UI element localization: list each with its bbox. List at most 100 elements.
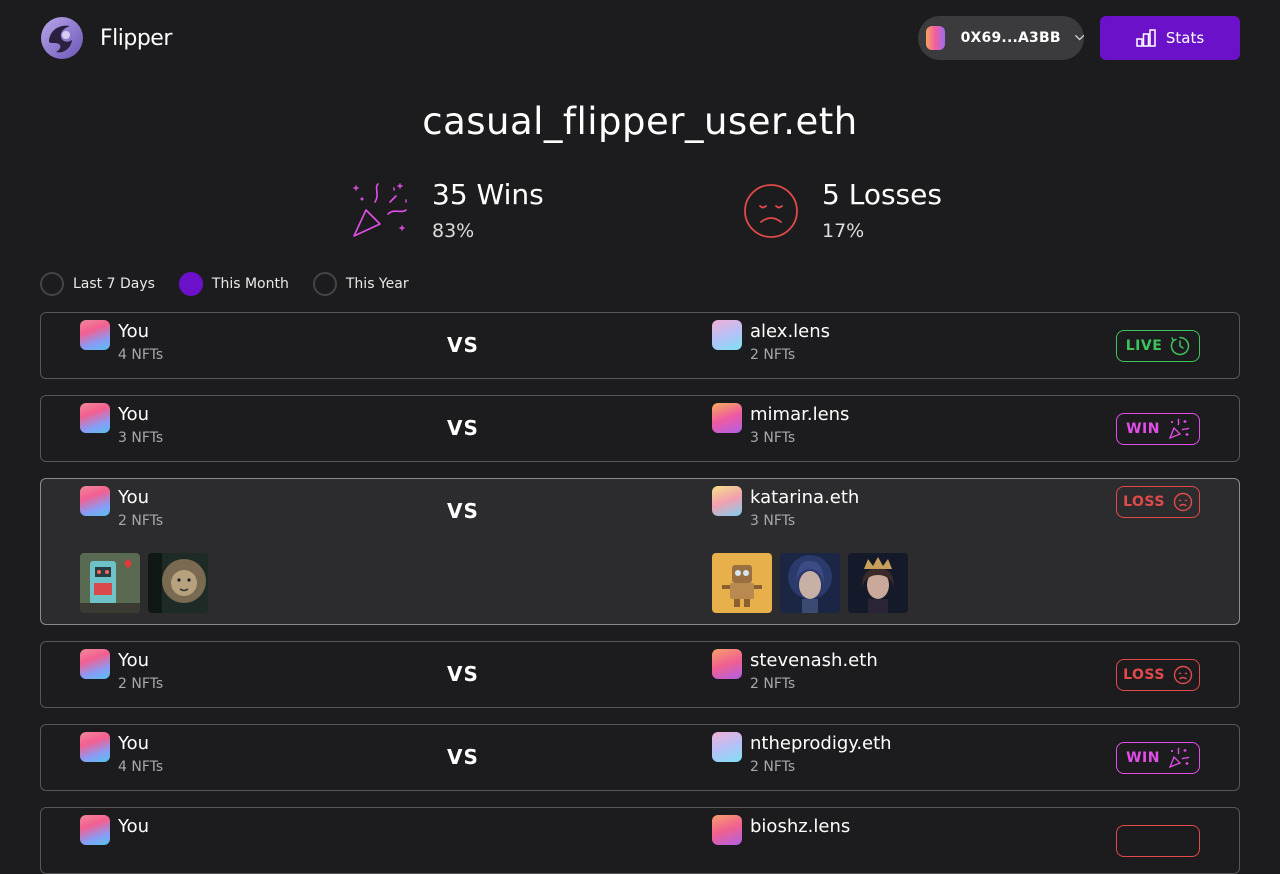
- wallet-address: 0X69...A3BB: [960, 30, 1061, 46]
- party-popper-icon: [1168, 418, 1190, 440]
- stats-button[interactable]: Stats: [1100, 16, 1240, 60]
- avatar: [80, 815, 110, 845]
- avatar: [712, 320, 742, 350]
- filter-this-year[interactable]: This Year: [312, 272, 409, 296]
- avatar: [80, 320, 110, 350]
- opponent-nfts: [712, 553, 908, 613]
- match-card[interactable]: You 2 NFTs VS stevenash.eth 2 NFTs LOSS: [40, 641, 1240, 708]
- player-you: You 4 NFTs: [80, 320, 163, 363]
- wins-count: 35 Wins: [432, 178, 544, 211]
- player-name: mimar.lens: [750, 404, 850, 425]
- player-name: katarina.eth: [750, 487, 860, 508]
- status-label: WIN: [1126, 421, 1160, 437]
- nft-count: 3 NFTs: [118, 430, 164, 446]
- avatar: [80, 732, 110, 762]
- avatar: [712, 403, 742, 433]
- nft-count: 2 NFTs: [118, 513, 164, 529]
- status-label: LOSS: [1123, 667, 1165, 683]
- player-name: stevenash.eth: [750, 650, 878, 671]
- your-nfts: [80, 553, 208, 613]
- nft-count: 4 NFTs: [118, 347, 164, 363]
- filter-this-month[interactable]: This Month: [178, 272, 289, 296]
- nft-count: 4 NFTs: [118, 759, 164, 775]
- sad-face-icon: [1173, 665, 1193, 685]
- player-name: ntheprodigy.eth: [750, 733, 892, 754]
- player-opponent: stevenash.eth 2 NFTs: [712, 649, 878, 692]
- status-badge: LOSS: [1116, 659, 1200, 691]
- radio-button[interactable]: [312, 272, 337, 296]
- vs-label: VS: [447, 662, 479, 686]
- avatar: [712, 815, 742, 845]
- player-you: You: [80, 815, 149, 845]
- avatar: [80, 649, 110, 679]
- player-you: You 4 NFTs: [80, 732, 163, 775]
- nft-thumbnail-toy-robot[interactable]: [712, 553, 772, 613]
- player-name: You: [118, 733, 150, 754]
- nft-count: 2 NFTs: [750, 676, 796, 692]
- nft-count: 2 NFTs: [118, 676, 164, 692]
- player-name: You: [118, 816, 150, 837]
- filter-label: Last 7 Days: [73, 276, 155, 292]
- nft-thumbnail-woman-portrait[interactable]: [780, 553, 840, 613]
- avatar: [712, 486, 742, 516]
- match-card-expanded[interactable]: You 2 NFTs VS katarina.eth 3 NFTs LOSS: [40, 478, 1240, 625]
- status-badge: LIVE: [1116, 330, 1200, 362]
- nft-thumbnail-queen-portrait[interactable]: [848, 553, 908, 613]
- filter-last-7-days[interactable]: Last 7 Days: [40, 272, 155, 296]
- wallet-dropdown[interactable]: 0X69...A3BB: [918, 16, 1084, 60]
- status-label: WIN: [1126, 750, 1160, 766]
- nft-thumbnail-lion[interactable]: [148, 553, 208, 613]
- radio-button[interactable]: [40, 272, 64, 296]
- party-popper-icon: [353, 183, 407, 237]
- match-card[interactable]: You 3 NFTs VS mimar.lens 3 NFTs WIN: [40, 395, 1240, 462]
- radio-button-selected[interactable]: [178, 272, 203, 296]
- wins-percent: 83%: [432, 220, 475, 242]
- match-card[interactable]: You bioshz.lens: [40, 807, 1240, 874]
- player-name: You: [118, 487, 150, 508]
- status-badge: LOSS: [1116, 486, 1200, 518]
- flipper-logo-icon: [41, 17, 83, 59]
- player-name: You: [118, 404, 150, 425]
- vs-label: VS: [447, 416, 479, 440]
- bar-chart-icon: [1136, 29, 1156, 47]
- player-opponent: bioshz.lens: [712, 815, 850, 845]
- vs-label: VS: [447, 499, 479, 523]
- sad-face-icon: [1173, 492, 1193, 512]
- match-card[interactable]: You 4 NFTs VS ntheprodigy.eth 2 NFTs WIN: [40, 724, 1240, 791]
- status-badge: WIN: [1116, 413, 1200, 445]
- app-name: Flipper: [100, 25, 172, 51]
- nft-thumbnail-robot[interactable]: [80, 553, 140, 613]
- player-you: You 3 NFTs: [80, 403, 163, 446]
- player-opponent: alex.lens 2 NFTs: [712, 320, 830, 363]
- losses-summary: 5 Losses 17%: [742, 178, 942, 242]
- player-opponent: katarina.eth 3 NFTs: [712, 486, 859, 529]
- nft-count: 3 NFTs: [750, 430, 796, 446]
- avatar: [80, 486, 110, 516]
- stats-button-label: Stats: [1165, 29, 1205, 47]
- wins-summary: 35 Wins 83%: [348, 178, 544, 244]
- clock-icon: [1171, 336, 1190, 356]
- chevron-down-icon: [1074, 35, 1084, 41]
- party-popper-icon: [1168, 747, 1190, 769]
- player-you: You 2 NFTs: [80, 649, 163, 692]
- player-you: You 2 NFTs: [80, 486, 163, 529]
- logo[interactable]: Flipper: [40, 16, 172, 60]
- status-badge: WIN: [1116, 742, 1200, 774]
- avatar: [712, 732, 742, 762]
- time-filter: Last 7 Days This Month This Year: [40, 272, 433, 296]
- match-card[interactable]: You 4 NFTs VS alex.lens 2 NFTs LIVE: [40, 312, 1240, 379]
- player-name: bioshz.lens: [750, 816, 851, 837]
- wallet-avatar: [926, 26, 945, 50]
- player-name: alex.lens: [750, 321, 831, 342]
- status-badge: [1116, 825, 1200, 857]
- player-opponent: mimar.lens 3 NFTs: [712, 403, 849, 446]
- filter-label: This Month: [211, 276, 289, 292]
- nft-count: 3 NFTs: [750, 513, 796, 529]
- vs-label: VS: [447, 333, 479, 357]
- vs-label: VS: [447, 745, 479, 769]
- sad-face-icon: [744, 184, 798, 238]
- losses-percent: 17%: [822, 220, 865, 242]
- status-label: LIVE: [1125, 338, 1163, 354]
- page-title: casual_flipper_user.eth: [422, 100, 858, 143]
- status-label: LOSS: [1123, 494, 1165, 510]
